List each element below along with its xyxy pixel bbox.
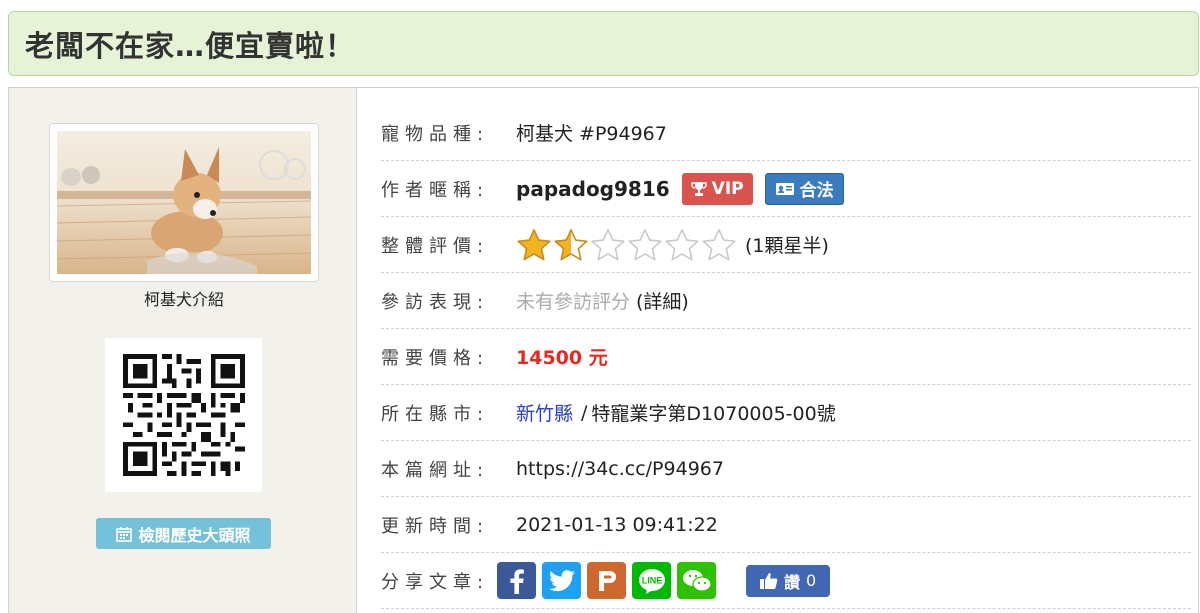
- row-location: 所在縣市: 新竹縣 / 特寵業字第D1070005-00號: [381, 385, 1191, 441]
- rating-star-icon: [554, 228, 588, 260]
- share-plurk-button[interactable]: [587, 562, 626, 599]
- legal-badge: 合法: [764, 172, 844, 205]
- facebook-like-button[interactable]: 讚 0: [746, 564, 831, 597]
- share-label: 分享文章:: [381, 571, 490, 593]
- line-icon-text: LINE: [641, 575, 662, 585]
- rating-star-icon: [628, 228, 662, 260]
- row-updated: 更新時間: 2021-01-13 09:41:22: [381, 497, 1191, 553]
- visit-label: 參訪表現:: [381, 291, 490, 313]
- row-visit: 參訪表現: 未有參訪評分 (詳細): [381, 273, 1191, 329]
- price-label: 需要價格:: [381, 347, 490, 369]
- pet-photo-caption[interactable]: 柯基犬介紹: [49, 286, 319, 310]
- page-title: 老闆不在家…便宜賣啦！: [25, 28, 356, 63]
- url-value[interactable]: https://34c.cc/P94967: [516, 458, 724, 480]
- rating-star-icon: [517, 228, 551, 260]
- view-history-photos-button[interactable]: 檢閱歷史大頭照: [96, 518, 271, 549]
- listing-panel: 柯基犬介紹 檢閱歷史大頭照 寵物品種: 柯基犬 #P94967 作者暱稱: pa…: [8, 87, 1199, 613]
- vip-badge-label: VIP: [711, 178, 744, 199]
- page-header: 老闆不在家…便宜賣啦！: [8, 11, 1199, 76]
- thumbs-up-icon: [760, 573, 778, 589]
- city-link[interactable]: 新竹縣: [516, 399, 573, 426]
- left-sidebar: 柯基犬介紹 檢閱歷史大頭照: [9, 88, 357, 613]
- calendar-icon: [116, 526, 133, 542]
- location-separator: /: [581, 401, 588, 424]
- rating-stars: [516, 228, 737, 262]
- author-name[interactable]: papadog9816: [516, 177, 670, 201]
- visit-value: 未有參訪評分: [516, 291, 631, 313]
- updated-value: 2021-01-13 09:41:22: [516, 513, 718, 536]
- vip-badge: VIP: [681, 172, 753, 205]
- row-url: 本篇網址: https://34c.cc/P94967: [381, 441, 1191, 497]
- details-table: 寵物品種: 柯基犬 #P94967 作者暱稱: papadog9816 VIP: [357, 88, 1198, 613]
- rating-star-icon: [591, 228, 625, 260]
- row-breed: 寵物品種: 柯基犬 #P94967: [381, 105, 1191, 161]
- share-facebook-button[interactable]: [497, 562, 536, 599]
- row-author: 作者暱稱: papadog9816 VIP 合法: [381, 161, 1191, 217]
- pet-photo[interactable]: [49, 123, 319, 282]
- row-rating: 整體評價: (1顆星半): [381, 217, 1191, 273]
- facebook-icon: [509, 568, 524, 594]
- twitter-icon: [548, 569, 575, 591]
- location-label: 所在縣市:: [381, 403, 490, 425]
- share-twitter-button[interactable]: [542, 562, 581, 599]
- rating-star-icon: [665, 228, 699, 260]
- view-history-photos-label: 檢閱歷史大頭照: [138, 525, 251, 545]
- row-share: 分享文章: LINE 讚 0: [381, 553, 1191, 609]
- trophy-icon: [690, 181, 707, 196]
- share-line-button[interactable]: LINE: [632, 562, 671, 599]
- url-label: 本篇網址:: [381, 459, 490, 481]
- legal-badge-label: 合法: [799, 181, 834, 201]
- breed-value: 柯基犬 #P94967: [516, 123, 667, 145]
- rating-label: 整體評價:: [381, 235, 490, 257]
- id-card-icon: [775, 182, 794, 195]
- license-number: 特寵業字第D1070005-00號: [591, 403, 836, 425]
- line-icon: LINE: [638, 568, 665, 594]
- visit-detail-link[interactable]: (詳細): [636, 287, 689, 314]
- row-price: 需要價格: 14500 元: [381, 329, 1191, 385]
- breed-label: 寵物品種:: [381, 123, 490, 145]
- like-label: 讚: [784, 572, 801, 592]
- qr-code: [105, 338, 262, 492]
- wechat-icon: [682, 569, 712, 592]
- share-wechat-button[interactable]: [677, 562, 716, 599]
- rating-star-icon: [702, 228, 736, 260]
- pet-photo-image: [57, 131, 311, 274]
- author-label: 作者暱稱:: [381, 179, 490, 201]
- updated-label: 更新時間:: [381, 515, 490, 537]
- price-value: 14500 元: [516, 347, 608, 369]
- plurk-icon: [598, 570, 616, 591]
- like-count: 0: [806, 571, 817, 590]
- rating-text: (1顆星半): [745, 235, 829, 257]
